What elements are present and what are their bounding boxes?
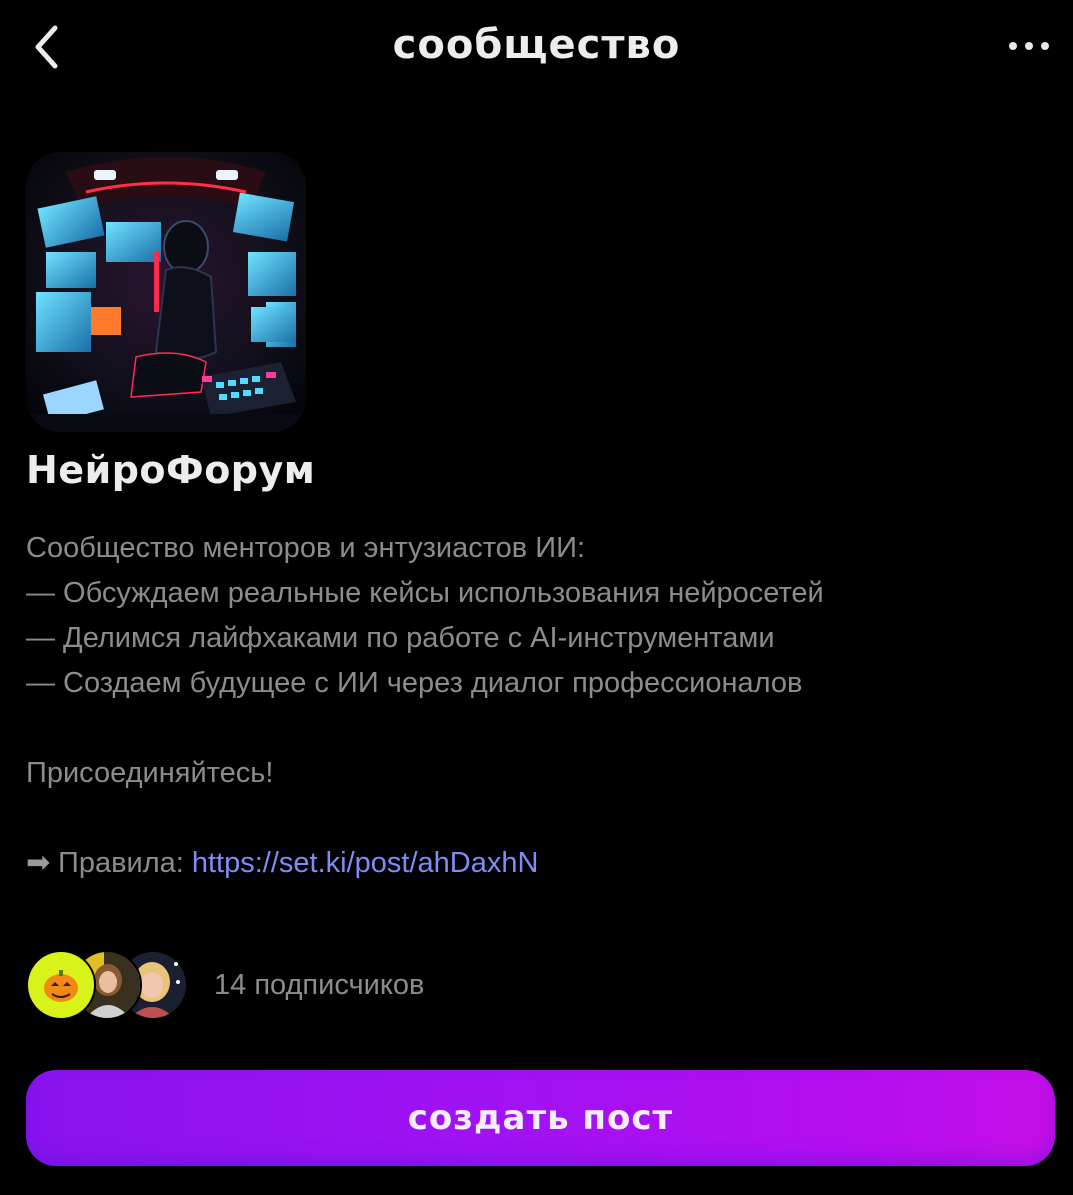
community-avatar-image	[26, 152, 306, 432]
pumpkin-avatar	[26, 950, 96, 1020]
subscriber-avatars	[26, 950, 192, 1020]
description-line: Сообщество менторов и энтузиастов ИИ:	[26, 532, 586, 564]
right-arrow-icon: ➡	[26, 847, 51, 879]
create-post-button[interactable]: создать пост	[26, 1070, 1055, 1166]
subscribers-row[interactable]: 14 подписчиков	[26, 950, 424, 1020]
description-line: — Делимся лайфхаками по работе с AI-инст…	[26, 622, 775, 654]
description-line: Присоединяйтесь!	[26, 757, 274, 789]
description-line: — Обсуждаем реальные кейсы использования…	[26, 577, 824, 609]
more-dots-icon	[1009, 42, 1017, 50]
community-description: Сообщество менторов и энтузиастов ИИ: — …	[26, 526, 1046, 886]
rules-label: Правила:	[58, 847, 192, 879]
rules-line: ➡ Правила: https://set.ki/post/ahDaxhN	[26, 841, 1046, 886]
community-avatar[interactable]	[26, 152, 306, 432]
create-post-label: создать пост	[407, 1098, 674, 1138]
description-line	[26, 706, 1046, 751]
description-line: — Создаем будущее с ИИ через диалог проф…	[26, 667, 803, 699]
community-name: НейроФорум	[26, 448, 316, 492]
more-options-button[interactable]	[1009, 30, 1049, 62]
description-line	[26, 796, 1046, 841]
top-bar: сообщество	[0, 0, 1073, 96]
subscriber-count: 14 подписчиков	[214, 968, 425, 1001]
page-title: сообщество	[392, 22, 681, 68]
rules-link[interactable]: https://set.ki/post/ahDaxhN	[192, 847, 539, 879]
